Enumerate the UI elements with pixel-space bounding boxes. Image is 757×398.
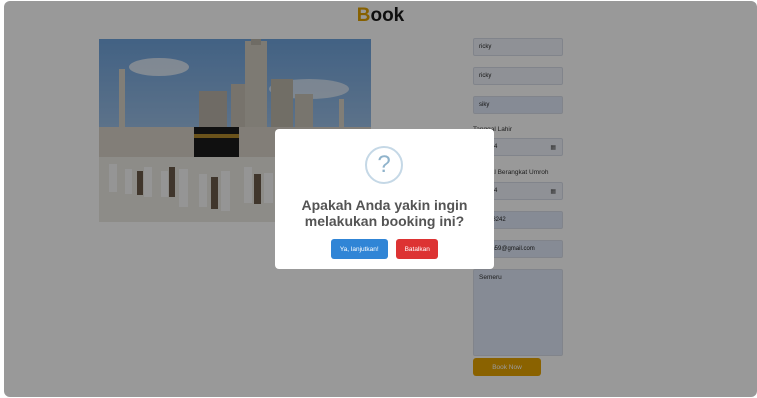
- confirm-button[interactable]: Ya, lanjutkan!: [330, 239, 388, 259]
- question-icon: ?: [365, 146, 403, 184]
- confirmation-dialog: ? Apakah Anda yakin ingin melakukan book…: [275, 129, 494, 269]
- cancel-button[interactable]: Batalkan: [396, 239, 439, 259]
- page-frame: Book ricky ricky siky Lahir ▦ Tanggal Be…: [4, 1, 757, 397]
- dialog-title: Apakah Anda yakin ingin melakukan bookin…: [301, 197, 468, 229]
- dialog-actions: Ya, lanjutkan! Batalkan: [275, 239, 494, 259]
